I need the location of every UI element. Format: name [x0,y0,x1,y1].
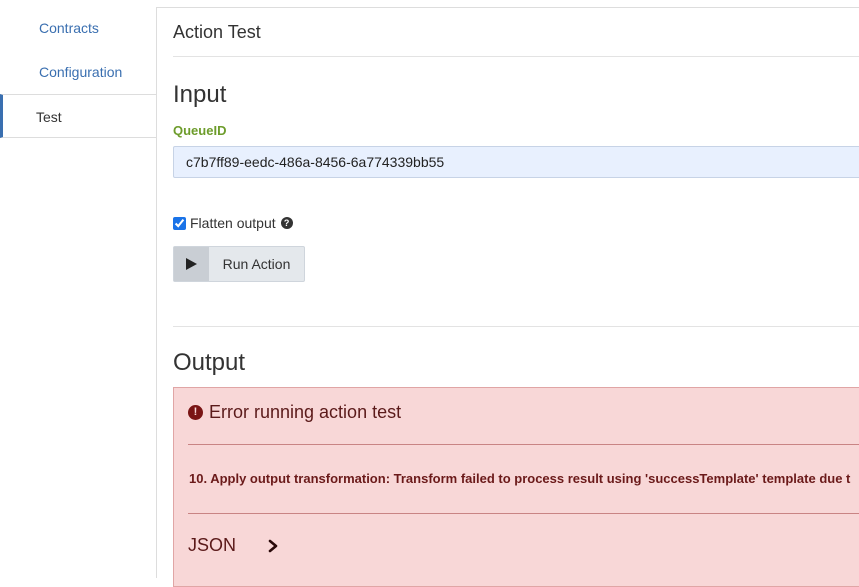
exclamation-circle-icon: ! [188,405,203,420]
flatten-output-label: Flatten output [190,215,276,231]
divider [173,56,859,57]
sidebar-item-test[interactable]: Test [0,94,157,138]
error-alert: ! Error running action test 10. Apply ou… [173,387,859,587]
divider [173,326,859,327]
output-heading: Output [173,349,246,376]
queue-id-input[interactable] [173,146,859,178]
action-test-panel: Action Test Input QueueID Flatten output… [156,7,859,587]
play-icon [174,247,209,281]
panel-title: Action Test [173,22,261,42]
json-toggle[interactable]: JSON [188,535,278,556]
question-circle-icon[interactable]: ? [280,217,293,229]
divider [188,444,859,445]
run-action-label: Run Action [222,256,291,272]
error-message: 10. Apply output transformation: Transfo… [189,471,851,486]
sidebar-item-configuration[interactable]: Configuration [0,50,157,94]
flatten-output-checkbox[interactable] [173,216,186,230]
error-header: ! Error running action test [188,402,401,423]
queue-id-label: QueueID [173,123,227,138]
json-label: JSON [188,535,237,555]
sidebar: Contracts Configuration Test [0,0,157,563]
error-title: Error running action test [209,402,402,422]
chevron-right-icon [268,539,278,552]
divider [188,513,859,514]
input-heading: Input [173,81,227,108]
run-action-button[interactable]: Run Action [173,246,305,282]
sidebar-item-contracts[interactable]: Contracts [0,6,157,50]
flatten-output-option[interactable]: Flatten output ? [173,215,293,231]
